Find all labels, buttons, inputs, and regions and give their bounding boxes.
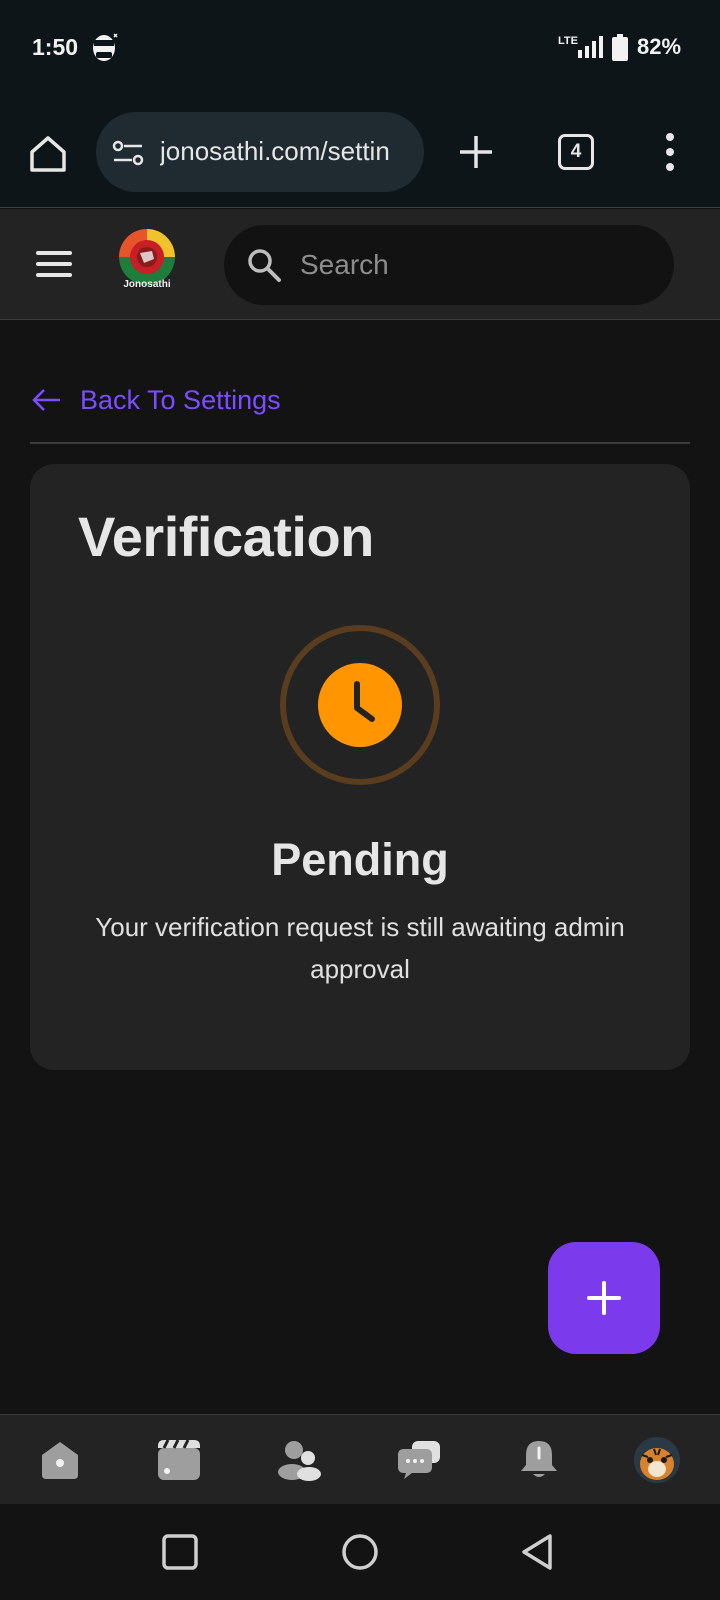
nav-home[interactable] — [35, 1435, 85, 1485]
status-heading: Pending — [271, 834, 449, 885]
tune-icon[interactable] — [112, 139, 144, 167]
signal-icon — [578, 36, 603, 58]
nav-messages[interactable] — [394, 1435, 444, 1485]
screen: 1:50 LTE 82% jonosathi.com/settin 4 Jono… — [0, 0, 720, 1600]
search-input[interactable] — [300, 243, 640, 287]
home-icon — [42, 1442, 78, 1479]
back-to-settings-link[interactable]: Back To Settings — [32, 382, 281, 418]
back-link-label[interactable]: Back To Settings — [80, 385, 281, 416]
home-circle-icon[interactable] — [340, 1532, 380, 1572]
recents-icon[interactable] — [160, 1532, 200, 1572]
menu-icon[interactable] — [36, 249, 72, 279]
search-box[interactable] — [224, 225, 674, 305]
battery-icon — [612, 34, 628, 61]
logo-text: Jonosathi — [123, 279, 171, 290]
plus-icon[interactable] — [456, 132, 496, 172]
notifications-icon — [521, 1441, 557, 1477]
clock-icon — [280, 625, 440, 785]
more-vert-icon[interactable] — [664, 132, 676, 172]
friends-icon — [278, 1441, 321, 1481]
site-header: Jonosathi — [0, 209, 720, 320]
network-type: LTE — [558, 35, 578, 47]
system-nav-bar — [0, 1504, 720, 1600]
profile-avatar[interactable] — [634, 1437, 680, 1483]
status-bar: 1:50 LTE 82% — [0, 0, 720, 98]
tabs-button[interactable]: 4 — [558, 134, 594, 170]
logo-mark-icon — [119, 229, 175, 285]
status-time: 1:50 — [32, 34, 79, 60]
browser-toolbar: jonosathi.com/settin 4 — [0, 98, 720, 208]
search-icon — [248, 249, 281, 282]
verification-card: Verification Pending Your verification r… — [30, 464, 690, 1070]
arrow-left-icon — [32, 389, 60, 411]
url-text[interactable]: jonosathi.com/settin — [160, 136, 410, 167]
incognito-app-icon — [93, 33, 118, 61]
messages-icon — [398, 1441, 440, 1479]
home-icon[interactable] — [26, 132, 70, 176]
battery-level: 82% — [637, 34, 682, 59]
nav-notifications[interactable] — [514, 1435, 564, 1485]
divider — [30, 442, 690, 444]
nav-reels[interactable] — [154, 1435, 204, 1485]
back-triangle-icon[interactable] — [518, 1532, 558, 1572]
create-post-button[interactable] — [548, 1242, 660, 1354]
nav-friends[interactable] — [275, 1435, 325, 1485]
url-bar[interactable]: jonosathi.com/settin — [96, 112, 424, 192]
reels-icon — [158, 1439, 200, 1480]
plus-icon — [587, 1281, 621, 1315]
bottom-nav — [0, 1414, 720, 1504]
status-description: Your verification request is still await… — [95, 912, 625, 984]
page-title: Verification — [78, 505, 374, 568]
site-logo[interactable]: Jonosathi — [112, 227, 182, 303]
avatar-image — [634, 1437, 680, 1483]
